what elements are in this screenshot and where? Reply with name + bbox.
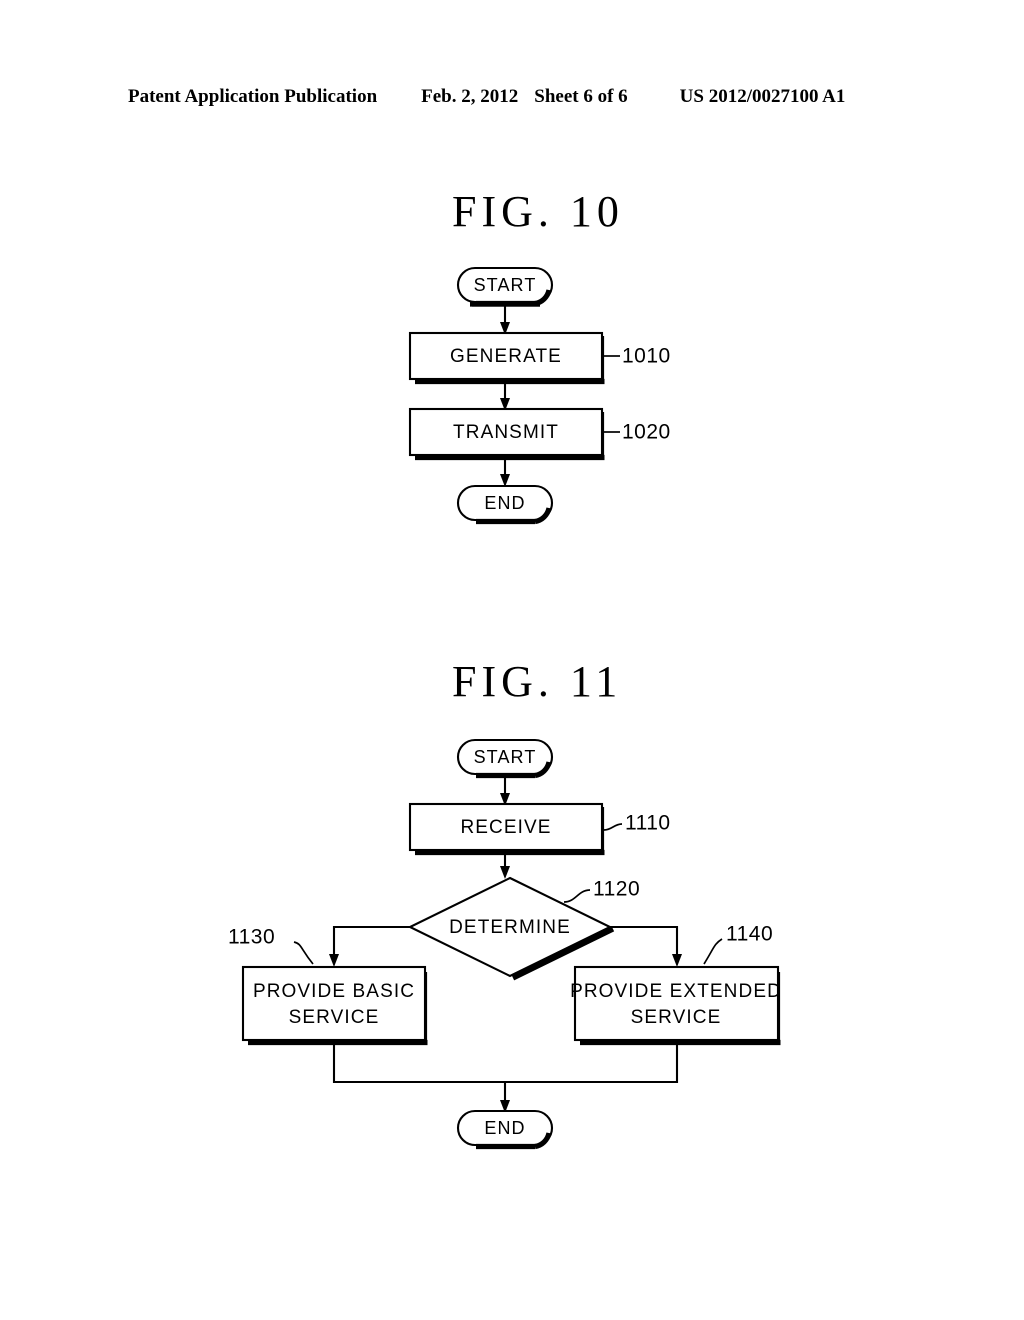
flow11-ref-1140: 1140: [703, 923, 773, 965]
header-publication-text: Patent Application Publication: [128, 86, 378, 107]
flow11-provide-basic-line2: SERVICE: [289, 1007, 380, 1028]
flow10-node-transmit: TRANSMIT: [408, 407, 605, 461]
flow11-ref-1120-label: 1120: [593, 878, 640, 901]
header-sheet-text: Sheet 6 of 6: [534, 86, 628, 107]
flow11-node-start: START: [456, 738, 554, 779]
header-serial-number: US 2012/0027100 A1: [679, 86, 846, 107]
flow11-node-end: END: [456, 1109, 554, 1150]
flow11-ref-1120: 1120: [563, 878, 640, 903]
flow10-transmit-label: TRANSMIT: [453, 422, 559, 443]
flow11-ref-1140-label: 1140: [726, 923, 773, 946]
flow11-provide-basic-line1: PROVIDE BASIC: [253, 981, 415, 1002]
figure-11-flowchart: START RECEIVE 1110 DETERMINE 1120 PROVID…: [228, 738, 782, 1150]
flow11-ref-1130-label: 1130: [228, 926, 275, 949]
flow11-start-label: START: [474, 747, 537, 767]
flow11-determine-label: DETERMINE: [449, 917, 571, 938]
flow11-provide-extended-line1: PROVIDE EXTENDED: [570, 981, 782, 1002]
flow10-arrow-start-to-generate: [500, 302, 510, 335]
flow10-ref-1010-label: 1010: [622, 345, 671, 368]
flow11-ref-1110-label: 1110: [625, 812, 671, 835]
flow11-merge-to-end: [332, 1040, 679, 1113]
header-date-text: Feb. 2, 2012: [421, 86, 519, 107]
flow11-branch-right: [610, 925, 682, 967]
flow11-end-label: END: [484, 1118, 525, 1138]
figure-10-flowchart: START GENERATE 1010 TRANSMIT 1020 END: [408, 266, 671, 525]
flow11-branch-left: [329, 925, 410, 967]
flow11-receive-label: RECEIVE: [460, 817, 551, 838]
flow10-node-end: END: [456, 484, 554, 525]
figure-11-title: FIG. 11: [452, 657, 623, 706]
flow10-ref-1010: 1010: [604, 345, 671, 368]
flow10-arrow-transmit-to-end: [500, 457, 510, 487]
figure-10-title: FIG. 10: [452, 187, 624, 236]
page-header: Patent Application Publication Feb. 2, 2…: [128, 86, 896, 112]
flow10-ref-1020-label: 1020: [622, 421, 671, 444]
flow10-node-start: START: [456, 266, 554, 307]
flow10-arrow-generate-to-transmit: [500, 381, 510, 411]
flow11-arrow-start-to-receive: [500, 774, 510, 806]
flow10-end-label: END: [484, 493, 525, 513]
flow11-node-provide-basic: PROVIDE BASIC SERVICE: [241, 965, 428, 1046]
flow11-node-provide-extended: PROVIDE EXTENDED SERVICE: [570, 965, 782, 1046]
flow11-node-receive: RECEIVE: [408, 802, 605, 856]
flow10-node-generate: GENERATE: [408, 331, 605, 385]
flow11-ref-1130: 1130: [228, 926, 314, 965]
flow10-start-label: START: [474, 275, 537, 295]
flow10-generate-label: GENERATE: [450, 346, 562, 367]
flow11-ref-1110: 1110: [603, 812, 671, 835]
flow10-ref-1020: 1020: [604, 421, 671, 444]
flow11-provide-extended-line2: SERVICE: [631, 1007, 722, 1028]
